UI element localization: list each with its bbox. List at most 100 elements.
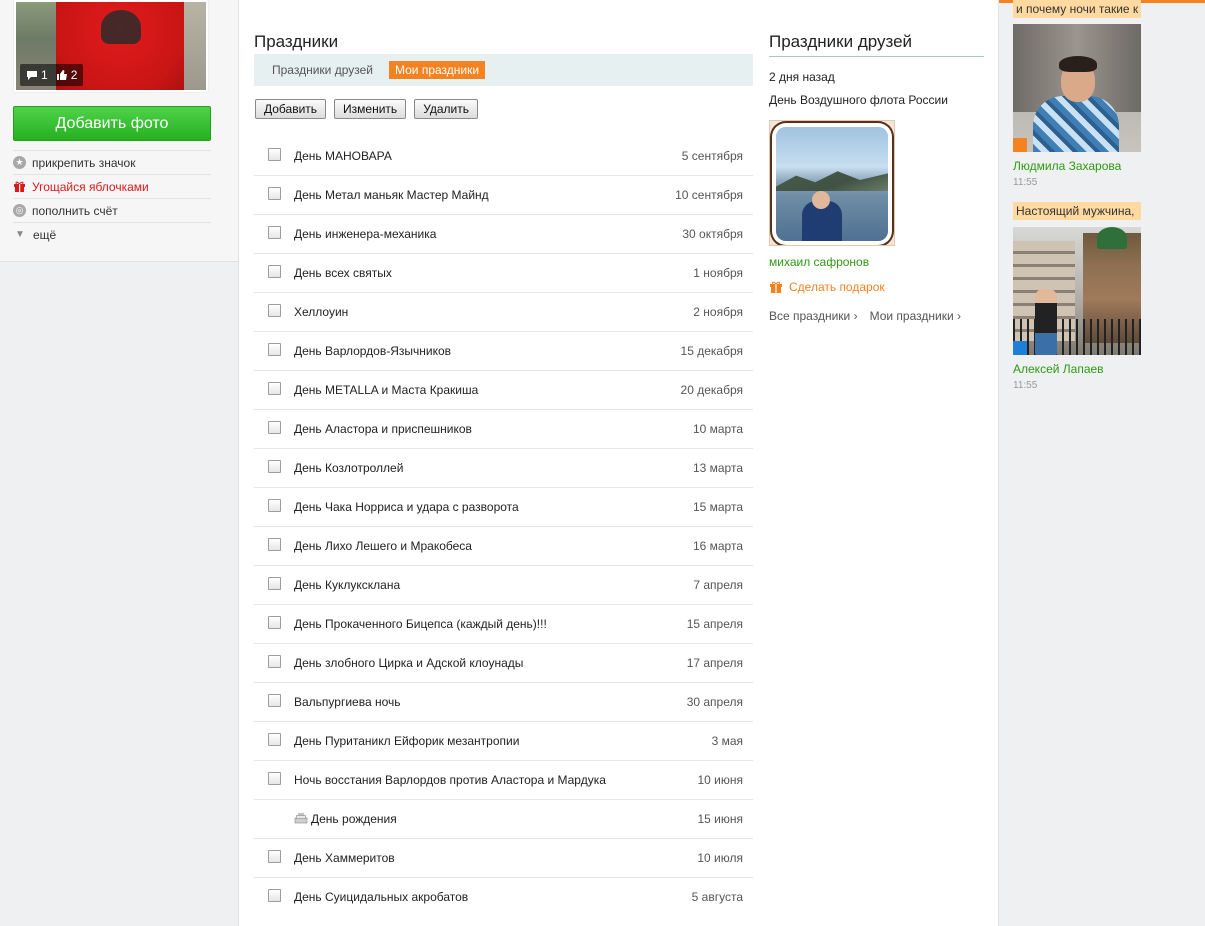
holiday-name: День Пуританикл Ейфорик мезантропии bbox=[294, 734, 520, 748]
feed-photo[interactable] bbox=[1013, 227, 1141, 355]
menu-item-attach-badge[interactable]: ★ прикрепить значок bbox=[13, 150, 211, 174]
photo-head bbox=[812, 191, 830, 209]
feed-photo[interactable] bbox=[1013, 24, 1141, 152]
photo-comments[interactable]: 1 bbox=[26, 64, 48, 86]
holiday-name: Вальпургиева ночь bbox=[294, 695, 401, 709]
photo-body bbox=[1033, 96, 1119, 152]
menu-item-label: пополнить счёт bbox=[32, 203, 118, 218]
edit-button[interactable]: Изменить bbox=[334, 99, 407, 119]
delete-button[interactable]: Удалить bbox=[414, 99, 479, 119]
list-item: Вальпургиева ночь 30 апреля bbox=[254, 683, 753, 722]
list-item: День Аластора и приспешников 10 марта bbox=[254, 410, 753, 449]
make-gift-label: Сделать подарок bbox=[789, 280, 885, 294]
triangle-down-icon: ▼ bbox=[15, 229, 25, 240]
gift-icon bbox=[770, 281, 782, 293]
holiday-checkbox[interactable] bbox=[268, 382, 281, 395]
holiday-actions: Добавить Изменить Удалить bbox=[255, 99, 479, 119]
list-item: День злобного Цирка и Адской клоунады 17 … bbox=[254, 644, 753, 683]
holiday-checkbox[interactable] bbox=[268, 343, 281, 356]
holiday-name: День Прокаченного Бицепса (каждый день)!… bbox=[294, 617, 547, 631]
holiday-checkbox[interactable] bbox=[268, 499, 281, 512]
holiday-date: 15 апреля bbox=[686, 617, 743, 631]
list-item: День Метал маньяк Мастер Майнд 10 сентябр… bbox=[254, 176, 753, 215]
holiday-checkbox[interactable] bbox=[268, 304, 281, 317]
friend-name-link[interactable]: михаил сафронов bbox=[769, 255, 869, 269]
menu-item-top-up[interactable]: ◎ пополнить счёт bbox=[13, 198, 211, 222]
gift-icon bbox=[14, 181, 25, 192]
tab-my-holidays[interactable]: Мои праздники bbox=[388, 61, 486, 79]
status-square bbox=[1013, 138, 1027, 152]
feed-user-name[interactable]: Алексей Лапаев bbox=[1013, 362, 1141, 376]
holiday-name: День Куклуксклана bbox=[294, 578, 401, 592]
my-holidays-link[interactable]: Мои праздники › bbox=[870, 309, 961, 323]
tab-friends-holidays[interactable]: Праздники друзей bbox=[272, 63, 373, 77]
friend-photo[interactable] bbox=[769, 120, 895, 246]
holiday-checkbox[interactable] bbox=[268, 772, 281, 785]
photo-fence bbox=[1013, 319, 1141, 355]
list-item: День Варлордов-Язычников 15 декабря bbox=[254, 332, 753, 371]
menu-item-apples[interactable]: Угощайся яблочками bbox=[13, 174, 211, 198]
friends-holiday-ago: 2 дня назад bbox=[769, 70, 835, 84]
holiday-checkbox[interactable] bbox=[268, 577, 281, 590]
holiday-date: 1 ноября bbox=[693, 266, 743, 280]
holiday-date: 30 октября bbox=[682, 227, 743, 241]
photo-dome bbox=[1097, 227, 1127, 249]
holiday-checkbox[interactable] bbox=[268, 460, 281, 473]
list-item: День Куклуксклана 7 апреля bbox=[254, 566, 753, 605]
holiday-name: Ночь восстания Варлордов против Аластора… bbox=[294, 773, 606, 787]
list-item: День Чака Норриса и удара с разворота 15 … bbox=[254, 488, 753, 527]
holiday-name: День METALLA и Маста Кракиша bbox=[294, 383, 479, 397]
all-holidays-link[interactable]: Все праздники › bbox=[769, 309, 858, 323]
holiday-checkbox[interactable] bbox=[268, 538, 281, 551]
friend-photo-frame bbox=[776, 127, 888, 241]
holiday-checkbox[interactable] bbox=[268, 148, 281, 161]
list-item: День Козлотроллей 13 марта bbox=[254, 449, 753, 488]
holiday-checkbox[interactable] bbox=[268, 187, 281, 200]
photo-likes[interactable]: 2 bbox=[56, 64, 77, 86]
menu-item-label: Угощайся яблочками bbox=[32, 179, 149, 194]
holiday-checkbox[interactable] bbox=[268, 616, 281, 629]
holiday-date: 5 августа bbox=[691, 890, 743, 904]
feed-time: 11:55 bbox=[1013, 380, 1038, 391]
photo-shirt-print bbox=[101, 10, 141, 44]
holiday-date: 20 декабря bbox=[680, 383, 743, 397]
holiday-checkbox[interactable] bbox=[268, 694, 281, 707]
holiday-checkbox[interactable] bbox=[268, 265, 281, 278]
profile-photo[interactable]: 1 2 bbox=[14, 0, 208, 92]
left-menu: ★ прикрепить значок Угощайся яблочками ◎… bbox=[13, 150, 211, 246]
holiday-checkbox[interactable] bbox=[268, 850, 281, 863]
list-item: День Хаммеритов 10 июля bbox=[254, 839, 753, 878]
holiday-name-wrap: День рождения bbox=[294, 812, 397, 826]
coins-icon: ◎ bbox=[13, 204, 26, 217]
status-bubble[interactable]: Настоящий мужчина, bbox=[1013, 202, 1141, 220]
holiday-date: 7 апреля bbox=[693, 578, 743, 592]
add-photo-button[interactable]: Добавить фото bbox=[13, 106, 211, 141]
holiday-name: День злобного Цирка и Адской клоунады bbox=[294, 656, 524, 670]
holiday-date: 17 апреля bbox=[686, 656, 743, 670]
status-bubble[interactable]: и почему ночи такие к bbox=[1013, 0, 1141, 18]
list-item: День Суицидальных акробатов 5 августа bbox=[254, 878, 753, 917]
holiday-checkbox[interactable] bbox=[268, 733, 281, 746]
feed-item: и почему ночи такие к Людмила Захарова 1… bbox=[1013, 0, 1141, 188]
menu-item-label: ещё bbox=[33, 227, 57, 242]
holiday-checkbox[interactable] bbox=[268, 226, 281, 239]
holiday-checkbox[interactable] bbox=[268, 889, 281, 902]
holidays-tabs: Праздники друзей Мои праздники bbox=[254, 54, 753, 86]
holiday-name: День Козлотроллей bbox=[294, 461, 404, 475]
holiday-date: 15 июня bbox=[697, 812, 743, 826]
holiday-checkbox[interactable] bbox=[268, 421, 281, 434]
photo-comments-count: 1 bbox=[41, 68, 48, 82]
holiday-date: 15 марта bbox=[692, 500, 743, 514]
menu-item-label: прикрепить значок bbox=[32, 155, 136, 170]
list-item: День METALLA и Маста Кракиша 20 декабря bbox=[254, 371, 753, 410]
feed-user-name[interactable]: Людмила Захарова bbox=[1013, 159, 1141, 173]
list-item: День Прокаченного Бицепса (каждый день)!… bbox=[254, 605, 753, 644]
star-icon: ★ bbox=[13, 156, 26, 169]
holiday-checkbox[interactable] bbox=[268, 655, 281, 668]
holiday-date: 15 декабря bbox=[680, 344, 743, 358]
add-button[interactable]: Добавить bbox=[255, 99, 327, 119]
menu-item-more[interactable]: ▼ ещё bbox=[13, 222, 211, 246]
holiday-date: 5 сентября bbox=[681, 149, 743, 163]
holiday-date: 16 марта bbox=[692, 539, 743, 553]
make-gift-link[interactable]: Сделать подарок bbox=[769, 280, 885, 294]
